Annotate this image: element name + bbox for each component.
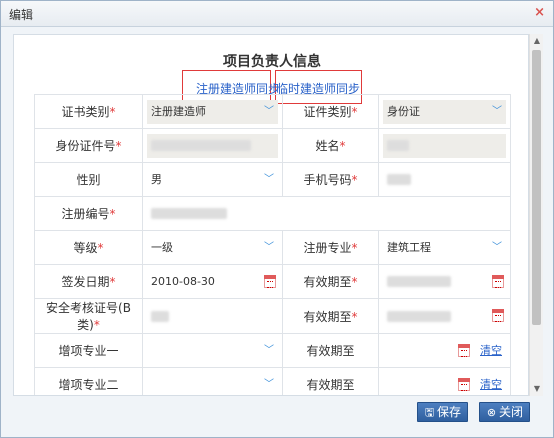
valid-until-field[interactable] <box>383 304 506 328</box>
chevron-down-icon[interactable]: ﹀ <box>262 339 276 363</box>
field-label: 性别 <box>34 162 143 197</box>
chevron-down-icon[interactable]: ﹀ <box>490 100 504 124</box>
chevron-down-icon[interactable]: ﹀ <box>262 236 276 260</box>
redacted-value <box>387 276 451 287</box>
form-row: 等级* 一级 ﹀ 注册专业* 建筑工程 ﹀ <box>34 230 511 265</box>
calendar-icon[interactable] <box>492 309 504 322</box>
valid-until-field[interactable]: 清空 <box>383 373 506 396</box>
clear-link[interactable]: 清空 <box>480 373 502 396</box>
field-label: 增项专业一 <box>34 333 143 368</box>
field-label: 姓名* <box>282 128 379 163</box>
responsible-person-form: 证书类别* 注册建造师 ﹀ 证件类别* 身份证 ﹀ 身份证件号* 姓名* 性别 男 ﹀… <box>34 94 511 396</box>
field-label: 注册编号* <box>34 196 143 231</box>
field-label: 注册专业* <box>282 230 379 265</box>
chevron-down-icon[interactable]: ﹀ <box>262 100 276 124</box>
gender-select[interactable]: 男 ﹀ <box>147 168 278 192</box>
id-number-field[interactable] <box>147 133 278 158</box>
save-button[interactable]: 🖫 保存 <box>417 402 469 422</box>
form-row: 签发日期* 2010-08-30 有效期至* <box>34 264 511 299</box>
redacted-value <box>151 208 227 219</box>
vertical-scrollbar[interactable]: ▲ ▼ <box>529 34 543 396</box>
registered-major-select[interactable]: 建筑工程 ﹀ <box>383 236 506 260</box>
field-label: 安全考核证号(B类)* <box>34 298 143 334</box>
redacted-value <box>387 310 451 322</box>
close-icon[interactable]: × <box>534 5 545 20</box>
chevron-down-icon[interactable]: ﹀ <box>490 236 504 260</box>
field-label: 签发日期* <box>34 264 143 299</box>
field-label: 有效期至* <box>282 264 379 299</box>
chevron-down-icon[interactable]: ﹀ <box>262 373 276 396</box>
grade-select[interactable]: 一级 ﹀ <box>147 236 278 260</box>
scrollbar-thumb[interactable] <box>532 50 541 325</box>
form-row: 增项专业一 ﹀ 有效期至 清空 <box>34 333 511 368</box>
form-row: 证书类别* 注册建造师 ﹀ 证件类别* 身份证 ﹀ <box>34 94 511 129</box>
scroll-down-icon[interactable]: ▼ <box>530 382 544 396</box>
redacted-value <box>387 140 409 151</box>
field-label: 有效期至 <box>282 333 379 368</box>
field-label: 有效期至* <box>282 298 379 334</box>
scroll-up-icon[interactable]: ▲ <box>530 34 544 48</box>
dialog-content: 项目负责人信息 注册建造师同步 临时建造师同步 证书类别* 注册建造师 ﹀ 证件类… <box>13 34 529 396</box>
calendar-icon[interactable] <box>264 274 276 288</box>
field-label: 身份证件号* <box>34 128 143 163</box>
field-label: 增项专业二 <box>34 367 143 395</box>
calendar-icon[interactable] <box>458 377 470 391</box>
cert-type-select[interactable]: 注册建造师 ﹀ <box>147 99 278 124</box>
field-label: 证件类别* <box>282 94 379 129</box>
calendar-icon[interactable] <box>492 274 504 288</box>
form-row: 增项专业二 ﹀ 有效期至 清空 <box>34 367 511 396</box>
field-label: 手机号码* <box>282 162 379 197</box>
form-title: 项目负责人信息 <box>223 54 321 70</box>
edit-dialog: 编辑 × 项目负责人信息 注册建造师同步 临时建造师同步 证书类别* 注册建造师… <box>0 0 554 438</box>
name-field[interactable] <box>383 133 506 158</box>
save-icon: 🖫 <box>424 407 435 419</box>
dialog-titlebar[interactable]: 编辑 × <box>1 1 553 27</box>
extra-major-two-select[interactable]: ﹀ <box>147 373 278 396</box>
chevron-down-icon[interactable]: ﹀ <box>262 168 276 192</box>
calendar-icon[interactable] <box>458 343 470 357</box>
form-row: 安全考核证号(B类)* 有效期至* <box>34 298 511 334</box>
registration-number-field[interactable] <box>147 202 506 226</box>
phone-field[interactable] <box>383 168 506 192</box>
id-type-select[interactable]: 身份证 ﹀ <box>383 99 506 124</box>
safety-cert-field[interactable] <box>147 304 278 328</box>
field-label: 等级* <box>34 230 143 265</box>
form-row: 性别 男 ﹀ 手机号码* <box>34 162 511 197</box>
valid-until-field[interactable] <box>383 270 506 294</box>
issue-date-field[interactable]: 2010-08-30 <box>147 270 278 294</box>
clear-link[interactable]: 清空 <box>480 339 502 363</box>
redacted-value <box>151 140 251 151</box>
dialog-title: 编辑 <box>9 8 34 22</box>
form-row: 注册编号* <box>34 196 511 231</box>
field-label: 有效期至 <box>282 367 379 395</box>
redacted-value <box>151 310 169 322</box>
extra-major-one-select[interactable]: ﹀ <box>147 339 278 363</box>
dialog-footer: 🖫 保存 ⊗ 关闭 <box>1 399 553 438</box>
form-row: 身份证件号* 姓名* <box>34 128 511 163</box>
valid-until-field[interactable]: 清空 <box>383 339 506 363</box>
redacted-value <box>387 174 411 185</box>
close-circle-icon: ⊗ <box>486 407 497 419</box>
close-button[interactable]: ⊗ 关闭 <box>479 402 531 422</box>
field-label: 证书类别* <box>34 94 143 129</box>
